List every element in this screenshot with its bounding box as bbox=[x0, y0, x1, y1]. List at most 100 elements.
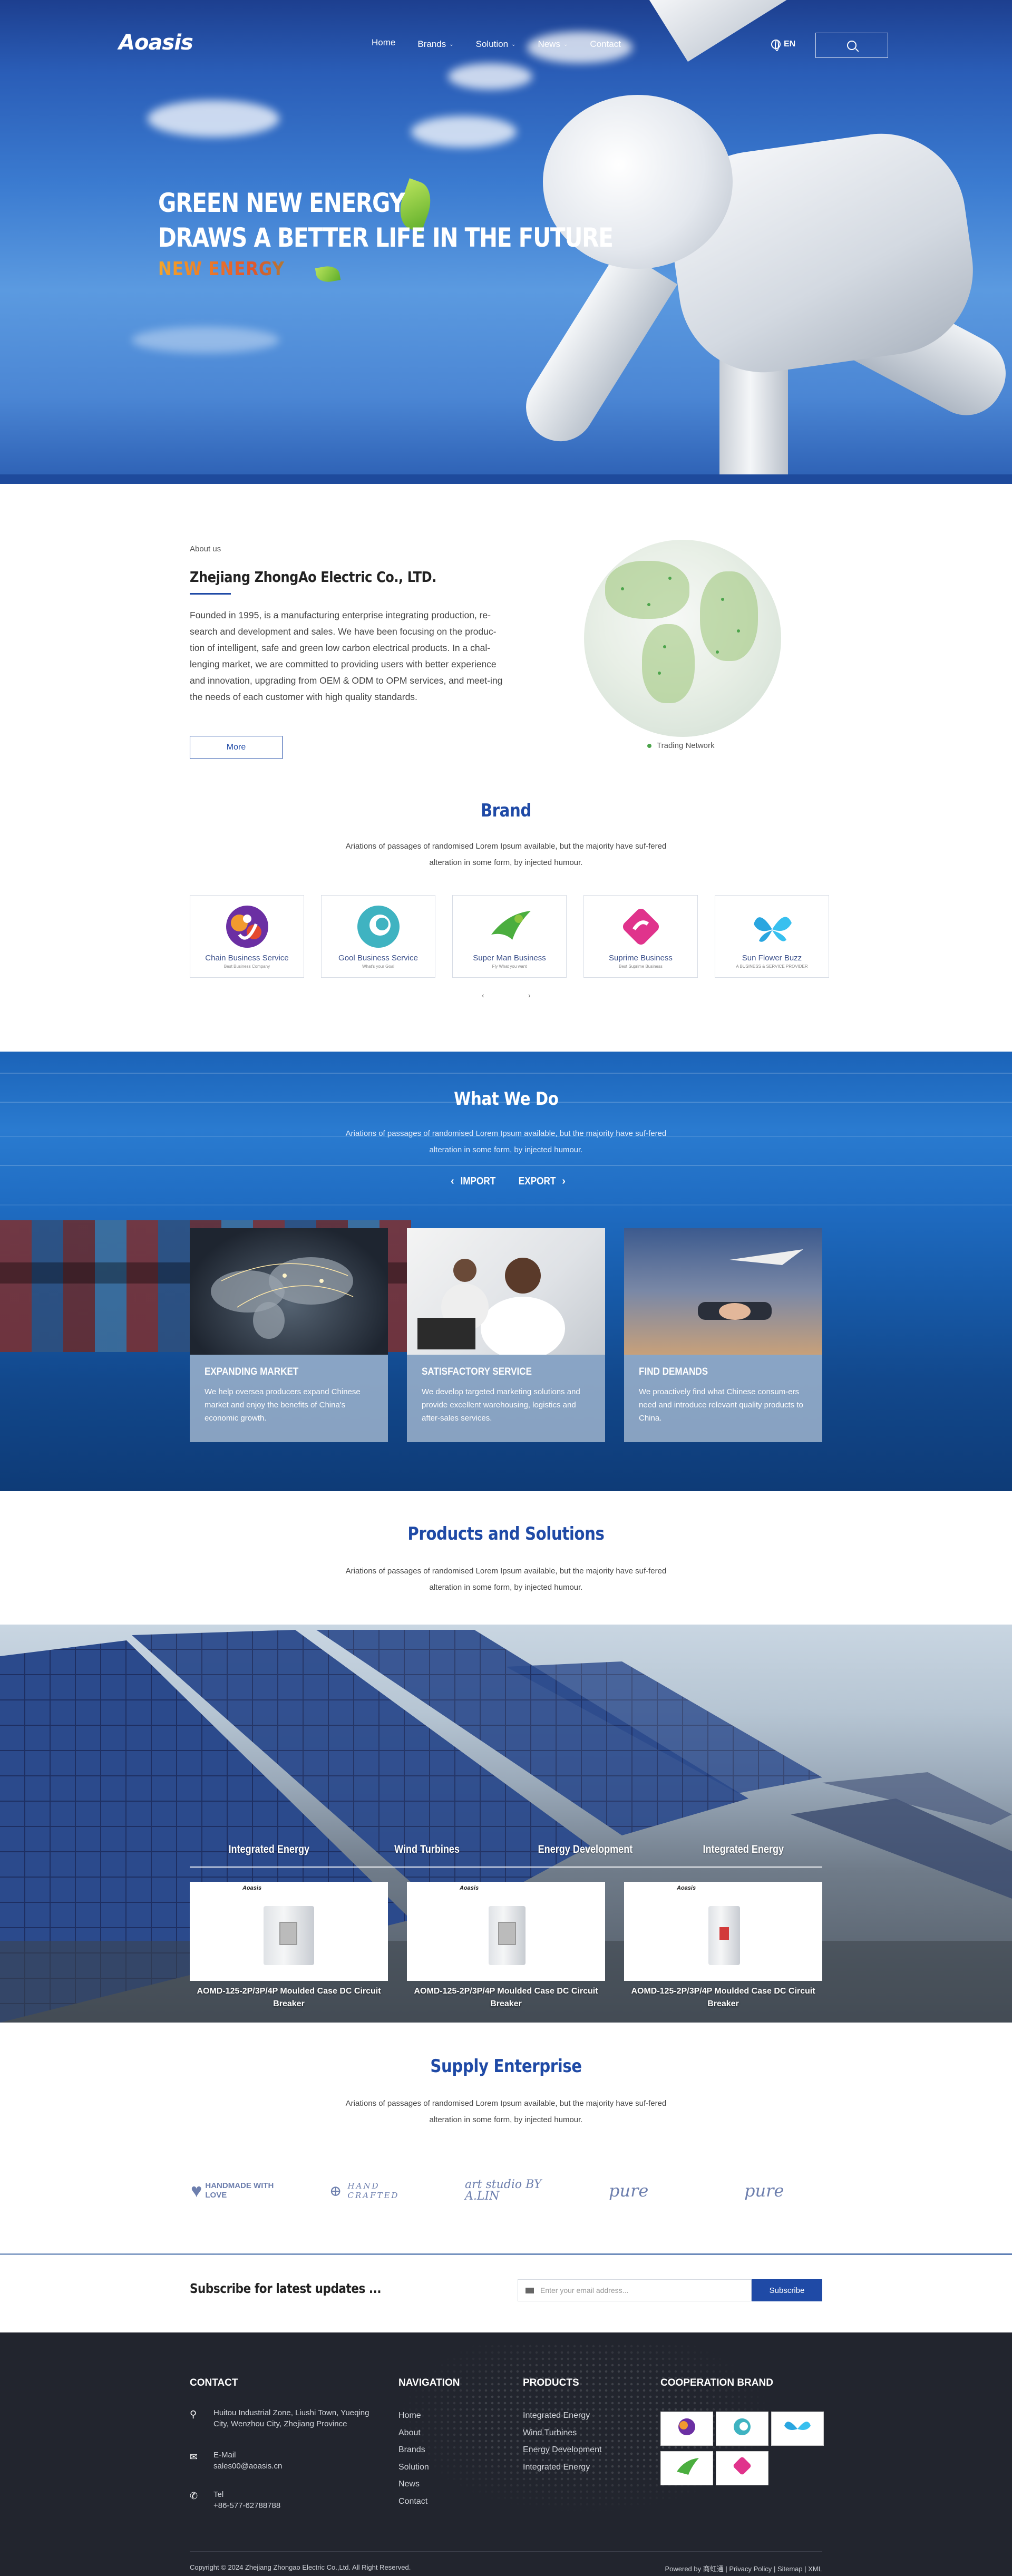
coop-brand-logo[interactable] bbox=[716, 2412, 768, 2446]
subscribe-label: Subscribe for latest updates ... bbox=[190, 2281, 382, 2296]
nav-item-contact[interactable]: Contact bbox=[590, 39, 621, 50]
service-card[interactable]: SATISFACTORY SERVICE We develop targeted… bbox=[407, 1228, 605, 1442]
products-title: Products and Solutions bbox=[407, 1523, 605, 1544]
supplier-logo[interactable]: pure bbox=[609, 2176, 683, 2205]
product-card[interactable]: Aoasis AOMD-125-2P/3P/4P Moulded Case DC… bbox=[407, 1882, 605, 2010]
footer-nav-solution[interactable]: Solution bbox=[398, 2459, 429, 2476]
sitemap-link[interactable]: Sitemap bbox=[777, 2565, 803, 2573]
tab-integrated-energy-2[interactable]: Integrated Energy bbox=[664, 1836, 822, 1867]
hero-bottom-bar bbox=[0, 474, 1012, 484]
service-card-title: SATISFACTORY SERVICE bbox=[422, 1366, 532, 1377]
nav-item-solution[interactable]: Solution ⌄ bbox=[476, 39, 516, 50]
water-wave bbox=[0, 1165, 1012, 1166]
footer-nav-about[interactable]: About bbox=[398, 2425, 429, 2442]
handshake-image bbox=[624, 1228, 822, 1355]
brand-card[interactable]: Chain Business Service Best Business Com… bbox=[190, 895, 304, 978]
footer-product-link[interactable]: Integrated Energy bbox=[523, 2407, 601, 2425]
footer-nav-home[interactable]: Home bbox=[398, 2407, 429, 2425]
more-button[interactable]: More bbox=[190, 736, 283, 759]
brand-card[interactable]: Gool Business Service What's your Goal bbox=[321, 895, 435, 978]
service-card-text: We proactively find what Chinese consum-… bbox=[639, 1387, 803, 1423]
service-card-title: FIND DEMANDS bbox=[639, 1366, 708, 1377]
footer-nav-contact[interactable]: Contact bbox=[398, 2493, 429, 2511]
product-card[interactable]: Aoasis AOMD-125-2P/3P/4P Moulded Case DC… bbox=[624, 1882, 822, 2010]
carousel-prev-button[interactable]: ‹ bbox=[482, 991, 484, 999]
brand-name: Gool Business Service bbox=[338, 954, 418, 963]
supplier-logo[interactable]: ♥ HANDMADE WITH LOVE bbox=[191, 2176, 286, 2205]
brand-title: Brand bbox=[480, 800, 532, 821]
nav-item-home[interactable]: Home bbox=[372, 36, 395, 50]
language-switcher[interactable]: EN bbox=[771, 40, 795, 51]
tab-wind-turbines[interactable]: Wind Turbines bbox=[348, 1836, 506, 1867]
brand-card[interactable]: Super Man Business Fly What you want bbox=[452, 895, 567, 978]
xml-link[interactable]: XML bbox=[808, 2565, 822, 2573]
supply-description: Ariations of passages of randomised Lore… bbox=[345, 2099, 667, 2124]
main-menu: Home Brands ⌄ Solution ⌄ News ⌄ Contact bbox=[372, 36, 643, 50]
sun-flower-logo-icon bbox=[748, 903, 796, 950]
product-name: AOMD-125-2P/3P/4P Moulded Case DC Circui… bbox=[197, 1987, 381, 2008]
tab-integrated-energy[interactable]: Integrated Energy bbox=[190, 1836, 348, 1867]
network-dot bbox=[621, 587, 624, 590]
product-image: Aoasis bbox=[190, 1882, 388, 1981]
hero-title-line2: DRAWS A BETTER LIFE IN THE FUTURE bbox=[158, 222, 614, 253]
powered-by-link[interactable]: 商虹通 bbox=[703, 2565, 724, 2573]
supplier-logo[interactable]: pure bbox=[744, 2176, 823, 2205]
top-nav: Aoasis Home Brands ⌄ Solution ⌄ News ⌄ Cont… bbox=[0, 0, 1012, 58]
supplier-logo[interactable]: art studio BY A.LIN bbox=[465, 2176, 549, 2205]
continent-shape bbox=[700, 571, 758, 661]
tab-energy-development[interactable]: Energy Development bbox=[506, 1836, 664, 1867]
privacy-policy-link[interactable]: Privacy Policy bbox=[729, 2565, 772, 2573]
network-dot bbox=[663, 645, 666, 648]
email-subscribe-input[interactable]: Enter your email address... bbox=[518, 2279, 752, 2301]
footer-divider bbox=[190, 2551, 822, 2552]
mail-icon: ✉ bbox=[190, 2452, 198, 2462]
nav-item-brands[interactable]: Brands ⌄ bbox=[417, 39, 453, 50]
service-card-panel: FIND DEMANDS We proactively find what Ch… bbox=[624, 1355, 822, 1442]
subscribe-button[interactable]: Subscribe bbox=[752, 2279, 822, 2301]
brand-name: Chain Business Service bbox=[205, 954, 289, 963]
service-card[interactable]: EXPANDING MARKET We help oversea produce… bbox=[190, 1228, 388, 1442]
coop-brand-logo[interactable] bbox=[771, 2412, 824, 2446]
powered-by-label: Powered by bbox=[665, 2565, 702, 2573]
import-tab[interactable]: ‹ IMPORT bbox=[451, 1175, 498, 1188]
chevron-right-icon: › bbox=[562, 1175, 566, 1187]
footer-product-link[interactable]: Wind Turbines bbox=[523, 2425, 601, 2442]
product-brand-logo: Aoasis bbox=[677, 1885, 696, 1891]
globe-icon bbox=[771, 40, 781, 51]
footer-product-link[interactable]: Energy Development bbox=[523, 2442, 601, 2459]
brand-carousel: Chain Business Service Best Business Com… bbox=[190, 895, 829, 978]
footer-tel[interactable]: +86-577-62788788 bbox=[213, 2500, 280, 2511]
circuit-breaker-image bbox=[264, 1906, 314, 1965]
product-name: AOMD-125-2P/3P/4P Moulded Case DC Circui… bbox=[414, 1987, 598, 2008]
coop-brand-logo[interactable] bbox=[660, 2451, 713, 2485]
export-tab[interactable]: EXPORT › bbox=[515, 1175, 566, 1188]
footer-coop-title: COOPERATION BRAND bbox=[660, 2377, 773, 2388]
coop-brand-logo[interactable] bbox=[716, 2451, 768, 2485]
site-logo[interactable]: Aoasis bbox=[119, 31, 193, 55]
phone-icon: ✆ bbox=[190, 2491, 198, 2501]
product-card[interactable]: Aoasis AOMD-125-2P/3P/4P Moulded Case DC… bbox=[190, 1882, 388, 2010]
copyright-text: Copyright © 2024 Zhejiang Zhongao Electr… bbox=[190, 2563, 411, 2571]
footer-contact-title: CONTACT bbox=[190, 2377, 238, 2388]
hero-subtitle: NEW ENERGY bbox=[158, 258, 624, 280]
footer-nav-news[interactable]: News bbox=[398, 2476, 429, 2493]
search-button[interactable] bbox=[815, 33, 888, 58]
carousel-next-button[interactable]: › bbox=[528, 991, 531, 999]
footer-email[interactable]: sales00@aoasis.cn bbox=[213, 2461, 282, 2472]
network-dot bbox=[658, 672, 661, 675]
products-description: Ariations of passages of randomised Lore… bbox=[345, 1567, 667, 1592]
brand-name: Sun Flower Buzz bbox=[742, 954, 802, 963]
footer-nav-brands[interactable]: Brands bbox=[398, 2442, 429, 2459]
brand-card[interactable]: Suprime Business Best Suprime Business bbox=[583, 895, 698, 978]
title-underline bbox=[190, 593, 231, 595]
product-name: AOMD-125-2P/3P/4P Moulded Case DC Circui… bbox=[631, 1987, 815, 2008]
footer-product-link[interactable]: Integrated Energy bbox=[523, 2459, 601, 2476]
brand-card[interactable]: Sun Flower Buzz A BUSINESS & SERVICE PRO… bbox=[715, 895, 829, 978]
supplier-logo[interactable]: ⊕ HAND CRAFTED bbox=[329, 2176, 419, 2205]
service-card-panel: EXPANDING MARKET We help oversea produce… bbox=[190, 1355, 388, 1442]
coop-brand-logo[interactable] bbox=[660, 2412, 713, 2446]
network-dot bbox=[668, 577, 672, 580]
water-wave bbox=[0, 1073, 1012, 1074]
nav-item-news[interactable]: News ⌄ bbox=[538, 39, 568, 50]
service-card[interactable]: FIND DEMANDS We proactively find what Ch… bbox=[624, 1228, 822, 1442]
